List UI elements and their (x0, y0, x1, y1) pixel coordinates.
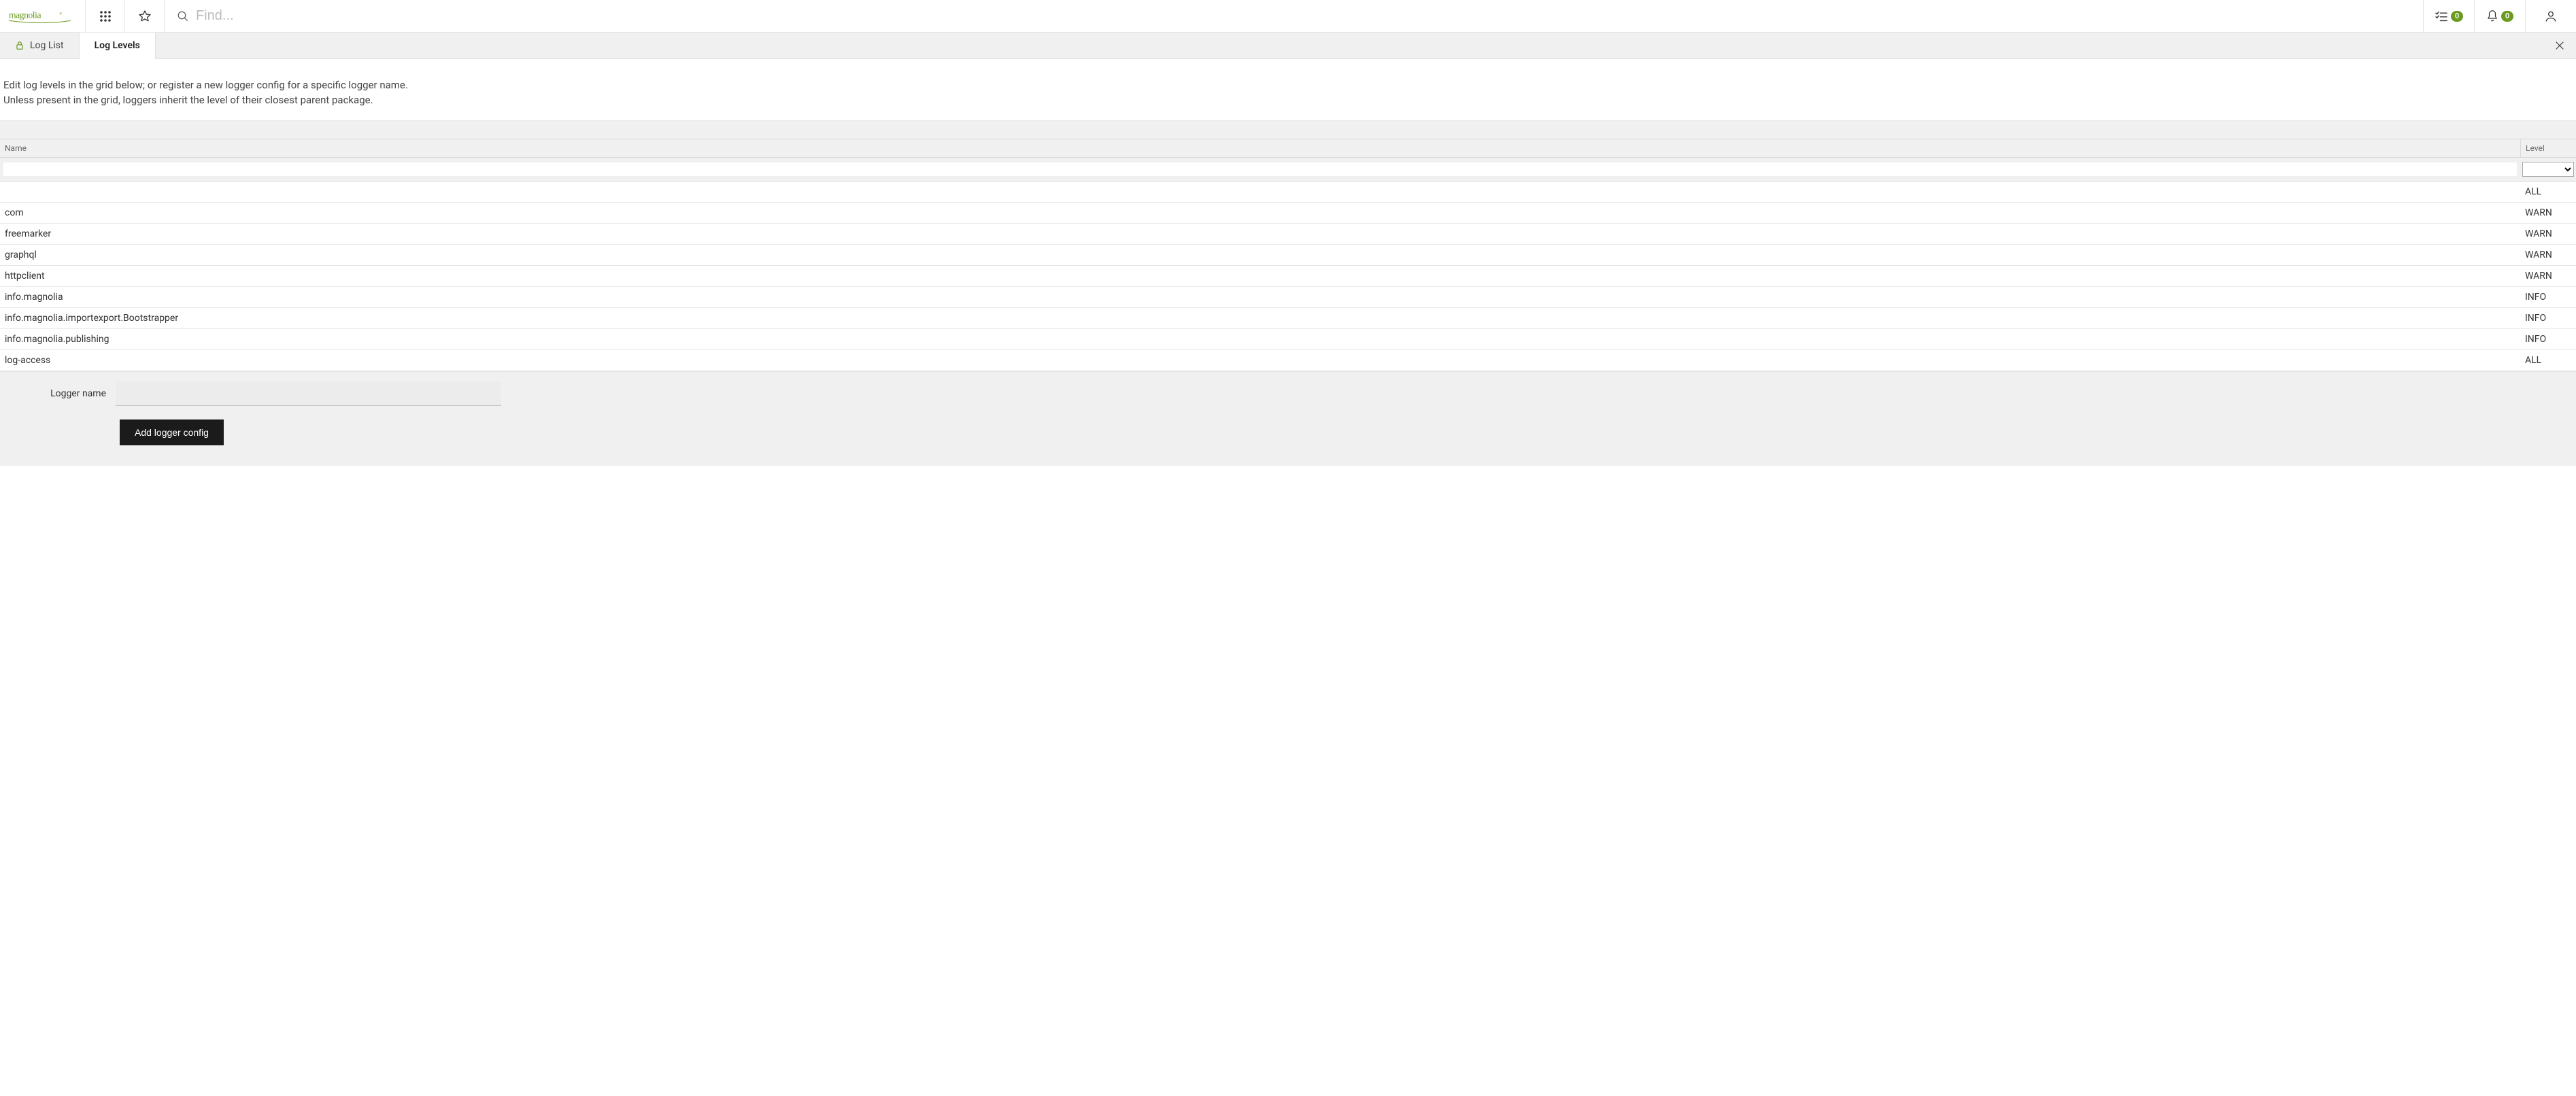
grid-body: ALLcomWARNfreemarkerWARNgraphqlWARNhttpc… (0, 182, 2576, 371)
tab-log-levels[interactable]: Log Levels (80, 33, 156, 59)
table-cell-level: INFO (2520, 287, 2576, 307)
table-cell-level: ALL (2520, 182, 2576, 202)
table-cell-name: com (0, 203, 2520, 223)
top-header: magnolia ® (0, 0, 2576, 33)
table-row[interactable]: ALL (0, 182, 2576, 203)
filter-name-input[interactable] (3, 162, 2517, 176)
table-cell-name: httpclient (0, 266, 2520, 286)
magnolia-logo-svg: magnolia ® (9, 9, 77, 24)
logger-name-label: Logger name (0, 388, 116, 399)
svg-text:®: ® (59, 11, 62, 16)
table-cell-level: WARN (2520, 203, 2576, 223)
apps-launcher-button[interactable] (86, 0, 125, 32)
intro-text: Edit log levels in the grid below; or re… (0, 59, 2576, 120)
table-cell-name (0, 187, 2520, 196)
table-cell-level: INFO (2520, 308, 2576, 328)
table-cell-level: ALL (2520, 350, 2576, 371)
magnolia-logo[interactable]: magnolia ® (0, 0, 86, 32)
table-cell-name: freemarker (0, 224, 2520, 244)
table-cell-name: info.magnolia.importexport.Bootstrapper (0, 308, 2520, 328)
lock-icon (15, 41, 24, 50)
table-row[interactable]: info.magnolia.importexport.BootstrapperI… (0, 308, 2576, 329)
intro-line-1: Edit log levels in the grid below; or re… (3, 78, 2573, 93)
notifications-badge: 0 (2501, 11, 2513, 22)
table-cell-name: info.magnolia.publishing (0, 329, 2520, 349)
user-profile-button[interactable] (2525, 0, 2576, 32)
favorites-button[interactable] (125, 0, 165, 32)
tasks-badge: 0 (2451, 11, 2463, 22)
search-icon (177, 10, 189, 22)
notifications-button[interactable]: 0 (2474, 0, 2525, 32)
tab-log-list-label: Log List (30, 40, 64, 51)
grid-header-row: Name Level (0, 139, 2576, 158)
table-cell-level: WARN (2520, 266, 2576, 286)
star-icon (138, 10, 152, 23)
tab-log-levels-label: Log Levels (95, 40, 140, 51)
tasks-button[interactable]: 0 (2423, 0, 2474, 32)
add-logger-form: Logger name Add logger config (0, 372, 2576, 466)
search-input[interactable] (196, 8, 2411, 24)
table-cell-name: graphql (0, 245, 2520, 265)
intro-line-2: Unless present in the grid, loggers inhe… (3, 93, 2573, 108)
search-bar[interactable] (165, 0, 2423, 32)
table-row[interactable]: freemarkerWARN (0, 224, 2576, 245)
table-row[interactable]: httpclientWARN (0, 266, 2576, 287)
grid-filter-row (0, 158, 2576, 182)
table-row[interactable]: log-accessALL (0, 350, 2576, 371)
header-right: 0 0 (2423, 0, 2576, 32)
grid-icon (99, 10, 112, 22)
table-row[interactable]: info.magnolia.publishingINFO (0, 329, 2576, 350)
grid-header-level[interactable]: Level (2520, 139, 2576, 157)
tasks-icon (2435, 11, 2448, 22)
svg-text:magnolia: magnolia (9, 10, 41, 20)
table-cell-name: info.magnolia (0, 287, 2520, 307)
log-levels-grid: Name Level ALLcomWARNfreemarkerWARNgraph… (0, 120, 2576, 372)
bell-icon (2486, 10, 2498, 23)
add-logger-config-button[interactable]: Add logger config (120, 419, 224, 445)
grid-header-name[interactable]: Name (0, 139, 2520, 157)
table-cell-level: WARN (2520, 245, 2576, 265)
tab-log-list[interactable]: Log List (0, 33, 80, 58)
tabs-bar: Log List Log Levels (0, 33, 2576, 59)
table-cell-level: WARN (2520, 224, 2576, 244)
table-row[interactable]: comWARN (0, 203, 2576, 224)
user-icon (2544, 10, 2558, 23)
table-row[interactable]: info.magnoliaINFO (0, 287, 2576, 308)
filter-level-select[interactable] (2522, 162, 2574, 177)
table-cell-level: INFO (2520, 329, 2576, 349)
close-app-button[interactable] (2543, 33, 2576, 58)
table-row[interactable]: graphqlWARN (0, 245, 2576, 266)
close-icon (2554, 40, 2565, 51)
table-cell-name: log-access (0, 350, 2520, 371)
logger-name-input[interactable] (116, 381, 501, 406)
